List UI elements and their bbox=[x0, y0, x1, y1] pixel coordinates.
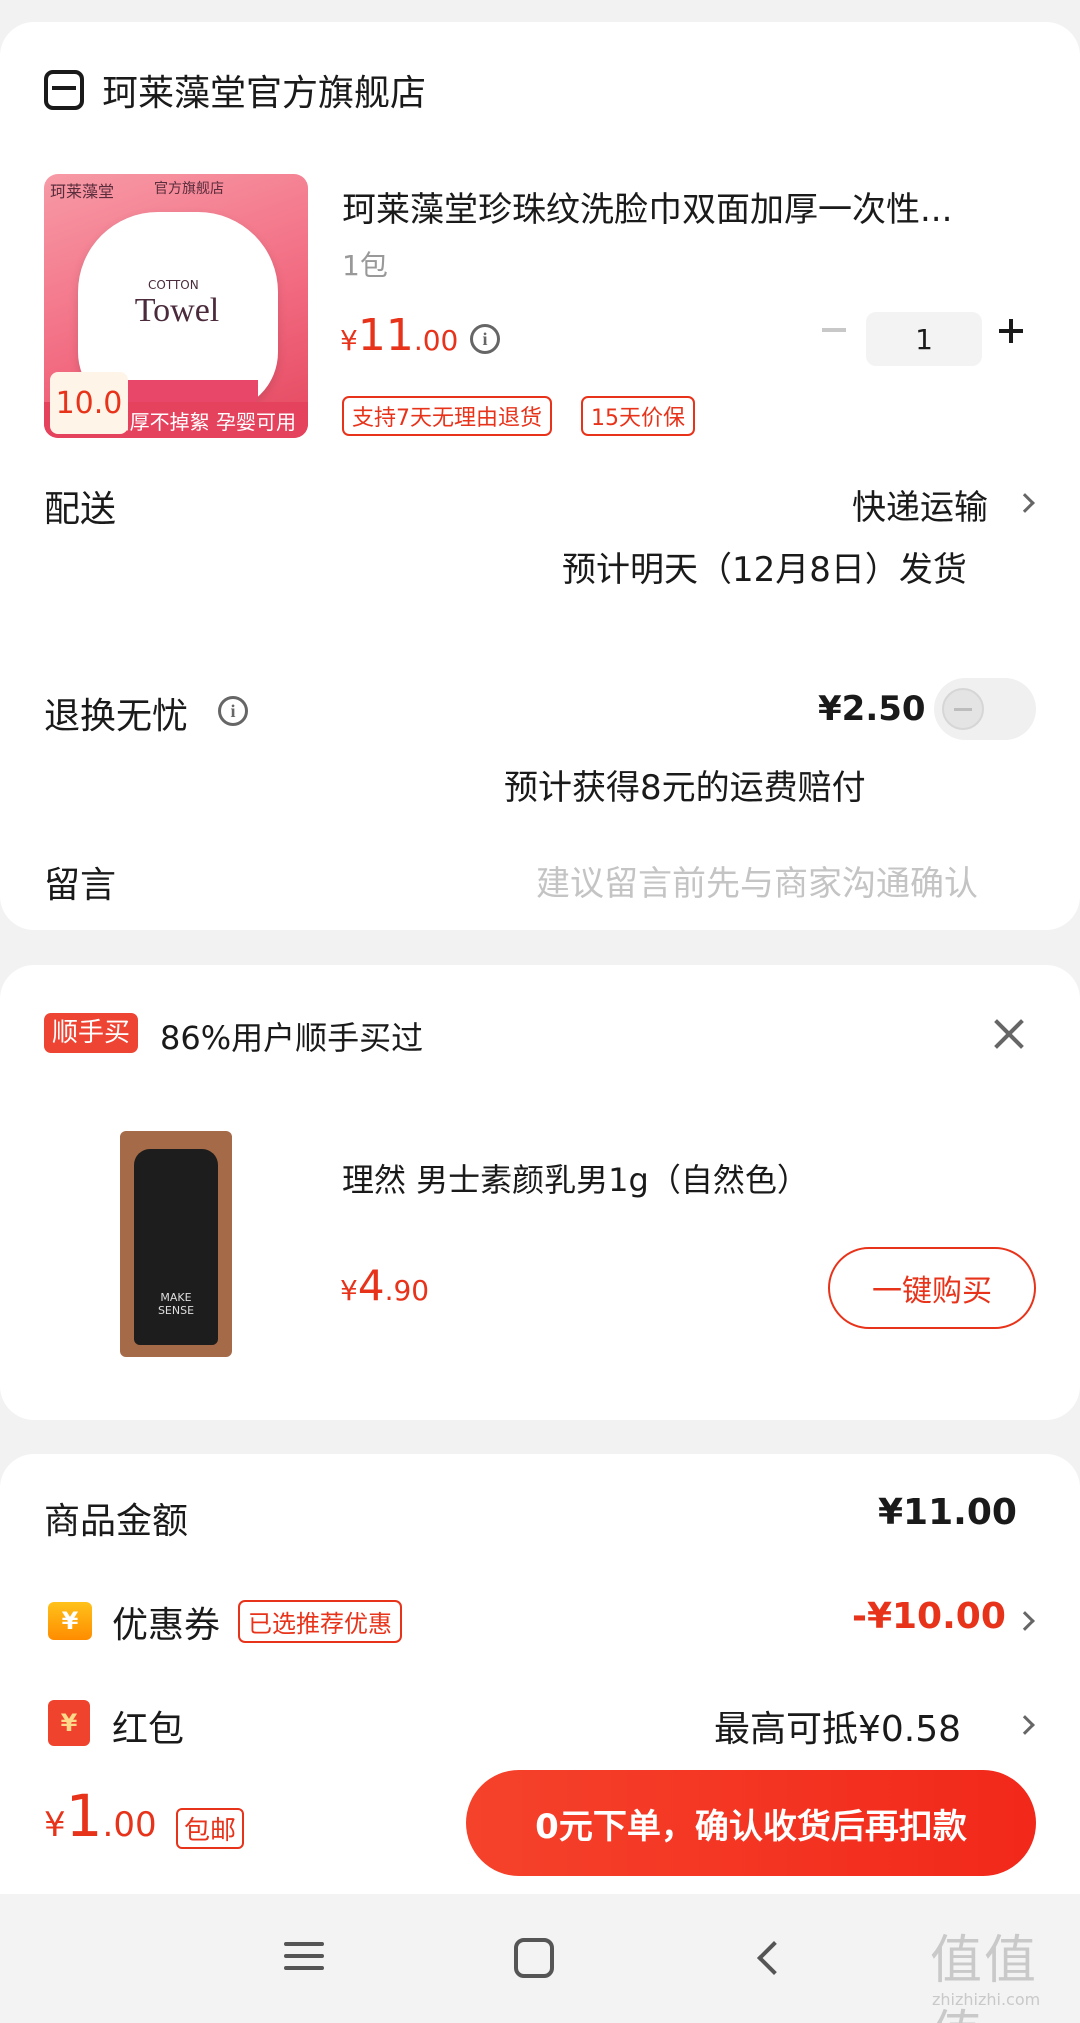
free-shipping-tag: 包邮 bbox=[176, 1808, 245, 1849]
price-symbol: ¥ bbox=[340, 324, 358, 357]
addon-price-decimal: .90 bbox=[384, 1274, 430, 1307]
product-image[interactable]: 珂莱藻堂 官方旗舰店 COTTON Towel 加厚不掉絮 孕婴可用 10.0 bbox=[44, 174, 308, 438]
bag-text: Towel bbox=[134, 292, 220, 329]
tag-return-policy: 支持7天无理由退货 bbox=[342, 396, 552, 436]
addon-image[interactable]: MAKE SENSE bbox=[120, 1131, 232, 1357]
home-icon[interactable] bbox=[514, 1938, 554, 1978]
total-price-decimal: .00 bbox=[102, 1805, 157, 1845]
coupon-label[interactable]: 优惠券 bbox=[112, 1596, 220, 1648]
store-icon bbox=[44, 70, 84, 110]
addon-price-symbol: ¥ bbox=[340, 1274, 358, 1307]
chevron-right-icon[interactable] bbox=[1015, 1715, 1035, 1735]
quantity-increase-button[interactable] bbox=[996, 316, 1026, 346]
addon-badge: 顺手买 bbox=[44, 1013, 139, 1053]
chevron-right-icon[interactable] bbox=[1015, 1611, 1035, 1631]
plus-icon-v bbox=[1009, 319, 1013, 343]
message-label: 留言 bbox=[44, 865, 117, 906]
addon-headline: 86%用户顺手买过 bbox=[160, 1019, 424, 1057]
addon-price: ¥4.90 bbox=[340, 1261, 429, 1310]
price-integer: 11 bbox=[357, 310, 414, 361]
watermark-url: zhizhizhi.com bbox=[932, 1990, 1041, 2009]
product-image-shop: 官方旗舰店 bbox=[154, 181, 224, 197]
back-icon[interactable] bbox=[757, 1941, 791, 1975]
total-price-integer: 1 bbox=[65, 1782, 103, 1850]
menu-icon[interactable] bbox=[284, 1934, 324, 1978]
one-click-buy-button[interactable]: 一键购买 bbox=[828, 1247, 1036, 1329]
red-packet-icon: ¥ bbox=[48, 1700, 90, 1746]
product-price: ¥11.00 bbox=[340, 310, 458, 361]
total-price: ¥1.00 bbox=[44, 1782, 157, 1850]
addon-card: 顺手买 86%用户顺手买过 MAKE SENSE 理然 男士素颜乳男1g（自然色… bbox=[0, 965, 1080, 1420]
product-title[interactable]: 珂莱藻堂珍珠纹洗脸巾双面加厚一次性... bbox=[342, 182, 1042, 231]
toggle-knob bbox=[942, 688, 984, 730]
delivery-label: 配送 bbox=[44, 489, 117, 530]
submit-order-button[interactable]: 0元下单，确认收货后再扣款 bbox=[466, 1770, 1036, 1876]
red-packet-value[interactable]: 最高可抵¥0.58 bbox=[714, 1700, 961, 1752]
bottom-action-bar: ¥1.00 包邮 0元下单，确认收货后再扣款 bbox=[0, 1752, 1080, 1894]
goods-amount-value: ¥11.00 bbox=[878, 1492, 1017, 1533]
coupon-tag: 已选推荐优惠 bbox=[238, 1600, 402, 1643]
total-price-symbol: ¥ bbox=[44, 1805, 66, 1845]
coupon-icon: ¥ bbox=[48, 1602, 92, 1640]
delivery-method[interactable]: 快递运输 bbox=[852, 480, 988, 529]
coupon-value[interactable]: -¥10.00 bbox=[852, 1596, 1006, 1637]
price-info-icon[interactable]: i bbox=[470, 324, 500, 354]
quantity-input[interactable]: 1 bbox=[866, 312, 982, 366]
price-decimal: .00 bbox=[413, 324, 459, 357]
addon-image-text: MAKE SENSE bbox=[157, 1291, 195, 1317]
close-icon[interactable] bbox=[992, 1017, 1026, 1051]
product-spec[interactable]: 1包 bbox=[342, 244, 388, 284]
return-insurance-note: 预计获得8元的运费赔付 bbox=[504, 768, 866, 808]
chevron-right-icon[interactable] bbox=[1015, 493, 1035, 513]
product-image-badge: 10.0 bbox=[50, 372, 128, 434]
return-insurance-toggle[interactable] bbox=[934, 678, 1036, 740]
tag-price-protect: 15天价保 bbox=[581, 396, 695, 436]
goods-amount-label: 商品金额 bbox=[44, 1501, 189, 1542]
addon-price-integer: 4 bbox=[357, 1261, 385, 1310]
return-insurance-price: ¥2.50 bbox=[818, 689, 926, 729]
message-input[interactable]: 建议留言前先与商家沟通确认 bbox=[536, 856, 978, 905]
system-nav-bar: 值值值 zhizhizhi.com bbox=[0, 1894, 1080, 2023]
product-image-brand: 珂莱藻堂 bbox=[50, 182, 115, 201]
bag-sub-text: COTTON bbox=[148, 278, 199, 292]
quantity-decrease-button[interactable] bbox=[822, 328, 846, 332]
delivery-estimate: 预计明天（12月8日）发货 bbox=[562, 550, 967, 590]
return-insurance-label: 退换无忧 bbox=[44, 696, 189, 737]
return-info-icon[interactable]: i bbox=[218, 696, 248, 726]
order-card: 珂莱藻堂官方旗舰店 珂莱藻堂 官方旗舰店 COTTON Towel 加厚不掉絮 … bbox=[0, 22, 1080, 930]
red-packet-label[interactable]: 红包 bbox=[112, 1700, 184, 1752]
store-name[interactable]: 珂莱藻堂官方旗舰店 bbox=[102, 64, 426, 116]
addon-title[interactable]: 理然 男士素颜乳男1g（自然色） bbox=[342, 1155, 809, 1201]
